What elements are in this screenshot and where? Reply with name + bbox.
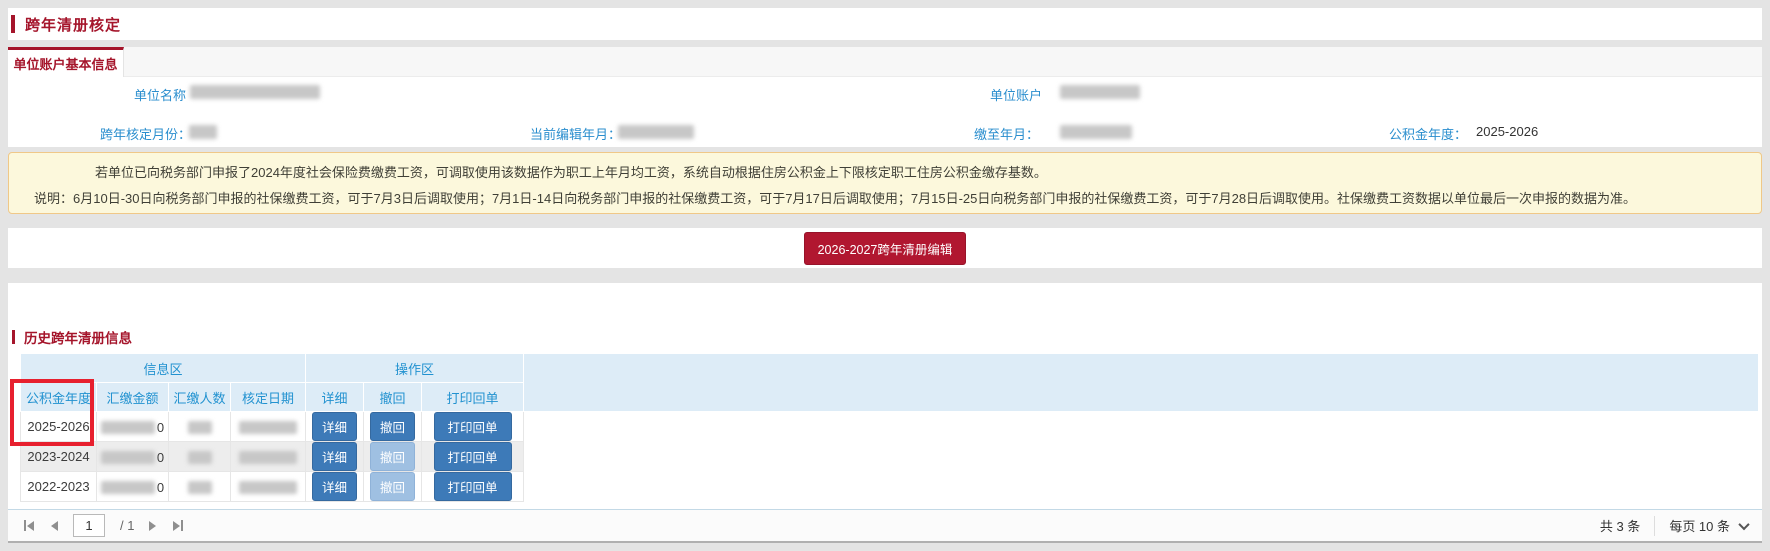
- last-page-button[interactable]: [171, 518, 185, 533]
- row-filler: [524, 472, 1759, 502]
- prev-page-icon: [51, 521, 58, 531]
- year-cell: 2025-2026: [21, 412, 97, 442]
- page-input[interactable]: [73, 514, 105, 537]
- unit-account-panel: 单位账户基本信息 单位名称 单位账户 跨年核定月份： 当前编辑年月： 缴至年月：…: [8, 47, 1762, 147]
- amount-masked-value: [101, 421, 155, 434]
- field-paid-until-label: 缴至年月：: [974, 124, 1039, 143]
- year-cell: 2023-2024: [21, 442, 97, 472]
- withdraw-button[interactable]: 撤回: [370, 412, 415, 441]
- total-count-label: 共 3 条: [1600, 516, 1640, 535]
- field-audit-month-label: 跨年核定月份：: [100, 124, 191, 143]
- notice-line-1: 若单位已向税务部门申报了2024年度社会保险费缴费工资，可调取使用该数据作为职工…: [95, 164, 1761, 181]
- page-title: 跨年清册核定: [25, 14, 121, 35]
- field-fund-year-label: 公积金年度：: [1389, 124, 1467, 143]
- count-masked-value: [188, 481, 212, 494]
- notice-box: 若单位已向税务部门申报了2024年度社会保险费缴费工资，可调取使用该数据作为职工…: [8, 152, 1762, 214]
- paid-until-masked-value: [1060, 125, 1132, 139]
- fund-year-value: 2025-2026: [1476, 124, 1538, 139]
- field-unit-account-label: 单位账户: [990, 85, 1042, 104]
- chevron-down-icon: [1738, 518, 1749, 529]
- count-cell: [169, 412, 231, 442]
- unit-account-masked-value: [1060, 85, 1140, 99]
- table-row: 2025-2026 0 详细 撤回 打印回单: [21, 412, 1759, 442]
- count-masked-value: [188, 451, 212, 464]
- amount-cell: 0: [97, 412, 169, 442]
- date-cell: [231, 472, 306, 502]
- count-cell: [169, 472, 231, 502]
- pagination-bar: / 1 共 3 条 每页 10 条: [8, 509, 1762, 541]
- title-accent-bar: [11, 15, 15, 33]
- section-accent-bar: [12, 330, 15, 344]
- column-header-print: 打印回单: [422, 383, 524, 412]
- year-cell: 2022-2023: [21, 472, 97, 502]
- first-page-icon: [27, 521, 34, 531]
- date-cell: [231, 442, 306, 472]
- date-masked-value: [239, 451, 297, 464]
- table-row: 2022-2023 0 详细 撤回 打印回单: [21, 472, 1759, 502]
- pagination-divider: [1654, 516, 1655, 536]
- amount-masked-value: [101, 451, 155, 464]
- action-panel: 2026-2027跨年清册编辑: [8, 228, 1762, 268]
- next-page-button[interactable]: [147, 519, 158, 533]
- column-header-count: 汇缴人数: [169, 383, 231, 412]
- column-header-detail: 详细: [306, 383, 364, 412]
- audit-month-masked-value: [189, 125, 217, 139]
- last-page-icon: [173, 521, 180, 531]
- tab-unit-account-info[interactable]: 单位账户基本信息: [8, 47, 124, 77]
- table-row: 2023-2024 0 详细 撤回 打印回单: [21, 442, 1759, 472]
- first-page-button[interactable]: [22, 518, 36, 533]
- field-current-edit-month-label: 当前编辑年月：: [530, 124, 621, 143]
- amount-cell: 0: [97, 442, 169, 472]
- detail-button[interactable]: 详细: [312, 412, 357, 441]
- group-header-ops: 操作区: [306, 354, 524, 383]
- field-unit-name-label: 单位名称: [134, 85, 186, 104]
- page-total-label: / 1: [120, 518, 134, 533]
- title-bar: 跨年清册核定: [8, 8, 1762, 40]
- amount-cell: 0: [97, 472, 169, 502]
- date-cell: [231, 412, 306, 442]
- detail-button[interactable]: 详细: [312, 442, 357, 471]
- column-header-year: 公积金年度: [21, 383, 97, 412]
- column-header-amount: 汇缴金额: [97, 383, 169, 412]
- count-cell: [169, 442, 231, 472]
- header-filler: [524, 354, 1759, 412]
- current-edit-month-masked-value: [618, 125, 694, 139]
- date-masked-value: [239, 421, 297, 434]
- print-receipt-button[interactable]: 打印回单: [434, 472, 512, 501]
- print-receipt-button[interactable]: 打印回单: [434, 442, 512, 471]
- withdraw-button[interactable]: 撤回: [370, 442, 415, 471]
- amount-masked-value: [101, 481, 155, 494]
- unit-name-masked-value: [190, 85, 320, 99]
- history-section-title: 历史跨年清册信息: [12, 327, 132, 347]
- history-title-text: 历史跨年清册信息: [24, 327, 132, 347]
- column-header-withdraw: 撤回: [364, 383, 422, 412]
- withdraw-button[interactable]: 撤回: [370, 472, 415, 501]
- page-size-label: 每页 10 条: [1669, 516, 1730, 535]
- group-header-info: 信息区: [21, 354, 306, 383]
- tab-strip: 单位账户基本信息: [8, 47, 1762, 77]
- prev-page-button[interactable]: [49, 519, 60, 533]
- notice-line-2: 说明：6月10日-30日向税务部门申报的社保缴费工资，可于7月3日后调取使用；7…: [34, 190, 1761, 207]
- column-header-date: 核定日期: [231, 383, 306, 412]
- row-filler: [524, 412, 1759, 442]
- row-filler: [524, 442, 1759, 472]
- print-receipt-button[interactable]: 打印回单: [434, 412, 512, 441]
- date-masked-value: [239, 481, 297, 494]
- count-masked-value: [188, 421, 212, 434]
- page-size-select[interactable]: 每页 10 条: [1669, 516, 1748, 535]
- cross-year-edit-button[interactable]: 2026-2027跨年清册编辑: [804, 232, 967, 265]
- detail-button[interactable]: 详细: [312, 472, 357, 501]
- history-table: 信息区 操作区 公积金年度 汇缴金额 汇缴人数 核定日期 详细 撤回 打印回单 …: [20, 353, 1759, 502]
- history-panel: 历史跨年清册信息 信息区 操作区 公积金年度 汇缴金额 汇缴人数 核定日期: [8, 283, 1762, 543]
- next-page-icon: [149, 521, 156, 531]
